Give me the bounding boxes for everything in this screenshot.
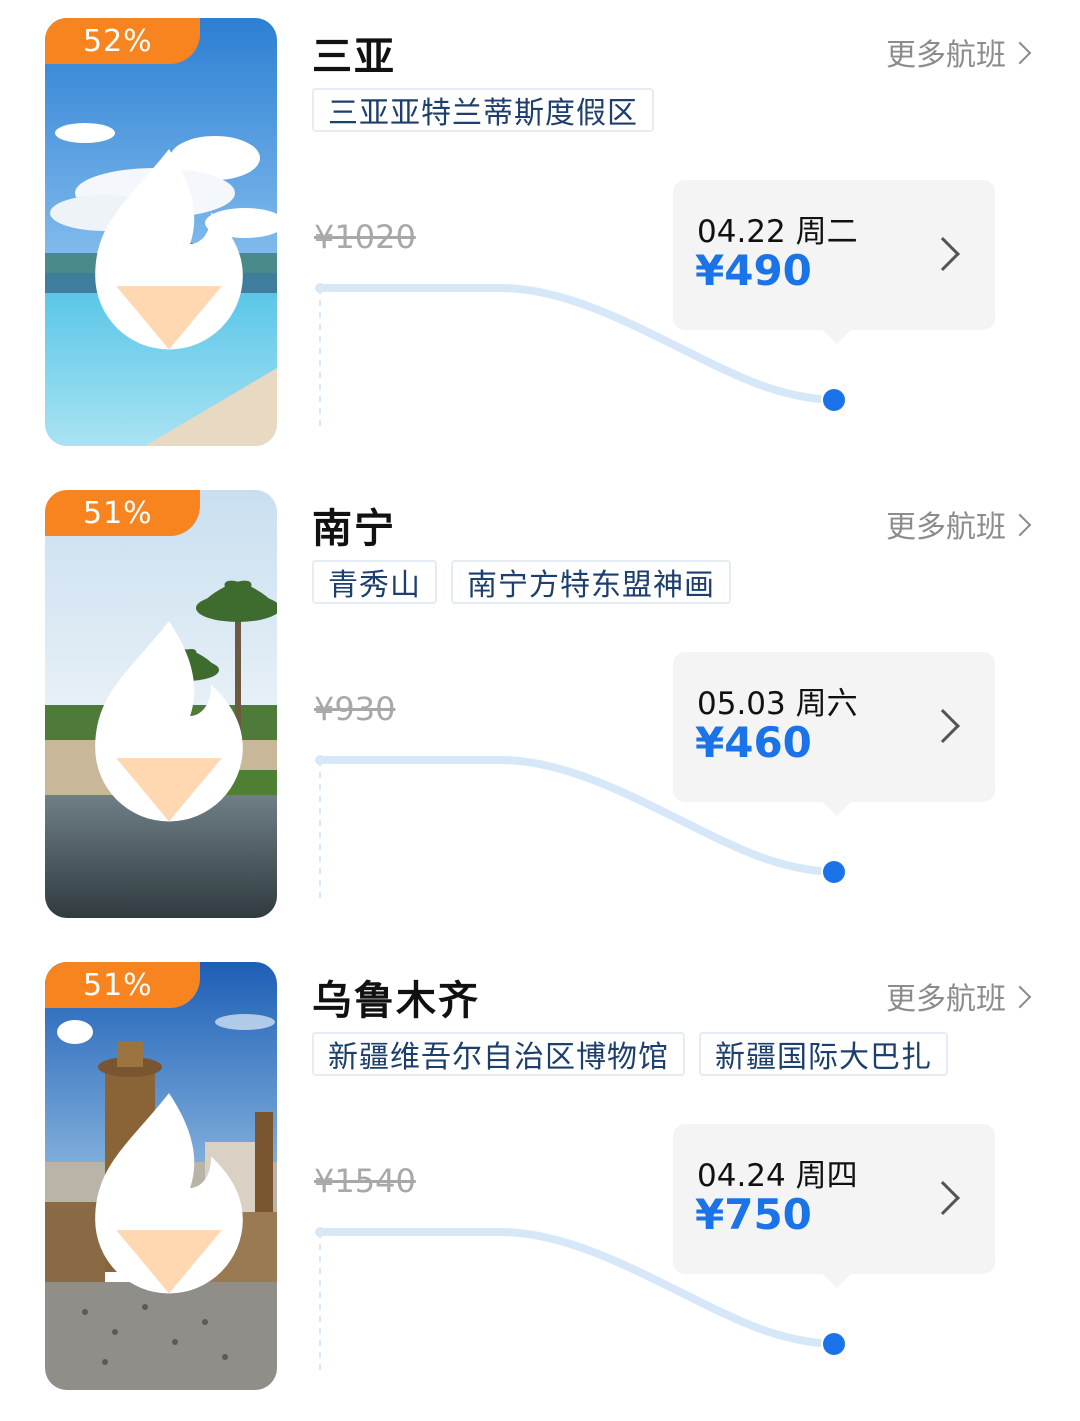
city-name: 南宁 xyxy=(312,506,396,552)
lowest-price-dot xyxy=(823,389,845,411)
city-name: 乌鲁木齐 xyxy=(312,978,480,1024)
discount-text: 52% xyxy=(83,23,153,59)
destination-photo[interactable]: 52% xyxy=(45,18,277,446)
lowest-price-dot xyxy=(823,861,845,883)
original-price: ¥930 xyxy=(314,690,396,728)
destination-photo[interactable]: 51% xyxy=(45,962,277,1390)
more-flights-link[interactable]: 更多航班 xyxy=(886,30,1032,74)
chevron-right-icon xyxy=(926,1181,960,1215)
discount-text: 51% xyxy=(83,495,153,531)
destination-list: 52% 三亚 更多航班 三亚亚特兰蒂斯度假区 ¥1020 04.22 周二 ¥4… xyxy=(0,0,1080,1421)
destination-card[interactable]: 51% 乌鲁木齐 更多航班 新疆维吾尔自治区博物馆 新疆国际大巴扎 ¥1540 xyxy=(0,962,1080,1402)
chevron-right-icon xyxy=(926,237,960,271)
more-flights-link[interactable]: 更多航班 xyxy=(886,502,1032,546)
discount-badge: 51% xyxy=(45,962,243,1294)
destination-card[interactable]: 52% 三亚 更多航班 三亚亚特兰蒂斯度假区 ¥1020 04.22 周二 ¥4… xyxy=(0,18,1080,458)
attraction-tags: 三亚亚特兰蒂斯度假区 xyxy=(312,88,654,132)
city-name: 三亚 xyxy=(312,34,396,80)
chevron-right-icon xyxy=(1008,985,1032,1009)
original-price: ¥1540 xyxy=(314,1162,416,1200)
chevron-right-icon xyxy=(1008,513,1032,537)
attraction-tag[interactable]: 三亚亚特兰蒂斯度假区 xyxy=(312,88,654,132)
destination-photo[interactable]: 51% xyxy=(45,490,277,918)
lowest-price-bubble[interactable]: 05.03 周六 ¥460 xyxy=(673,652,995,816)
lowest-price: ¥490 xyxy=(695,246,812,295)
flight-date: 04.24 周四 xyxy=(697,1158,858,1194)
attraction-tag[interactable]: 新疆维吾尔自治区博物馆 xyxy=(312,1032,685,1076)
lowest-price: ¥750 xyxy=(695,1190,812,1239)
flame-icon xyxy=(53,502,243,822)
original-price: ¥1020 xyxy=(314,218,416,256)
lowest-price-bubble[interactable]: 04.24 周四 ¥750 xyxy=(673,1124,995,1288)
attraction-tags: 新疆维吾尔自治区博物馆 新疆国际大巴扎 xyxy=(312,1032,948,1076)
destination-card[interactable]: 51% 南宁 更多航班 青秀山 南宁方特东盟神画 ¥930 05.03 周六 ¥… xyxy=(0,490,1080,930)
chevron-right-icon xyxy=(926,709,960,743)
flame-icon xyxy=(53,974,243,1294)
discount-badge: 51% xyxy=(45,490,243,822)
discount-text: 51% xyxy=(83,967,153,1003)
more-flights-label: 更多航班 xyxy=(886,982,1006,1017)
flight-date: 05.03 周六 xyxy=(697,686,858,722)
more-flights-link[interactable]: 更多航班 xyxy=(886,974,1032,1018)
attraction-tag[interactable]: 青秀山 xyxy=(312,560,437,604)
more-flights-label: 更多航班 xyxy=(886,510,1006,545)
flame-icon xyxy=(53,30,243,350)
discount-badge: 52% xyxy=(45,18,243,350)
flight-date: 04.22 周二 xyxy=(697,214,858,250)
attraction-tags: 青秀山 南宁方特东盟神画 xyxy=(312,560,731,604)
attraction-tag[interactable]: 新疆国际大巴扎 xyxy=(699,1032,948,1076)
more-flights-label: 更多航班 xyxy=(886,38,1006,73)
lowest-price-bubble[interactable]: 04.22 周二 ¥490 xyxy=(673,180,995,344)
chevron-right-icon xyxy=(1008,41,1032,65)
lowest-price: ¥460 xyxy=(695,718,812,767)
lowest-price-dot xyxy=(823,1333,845,1355)
attraction-tag[interactable]: 南宁方特东盟神画 xyxy=(451,560,731,604)
